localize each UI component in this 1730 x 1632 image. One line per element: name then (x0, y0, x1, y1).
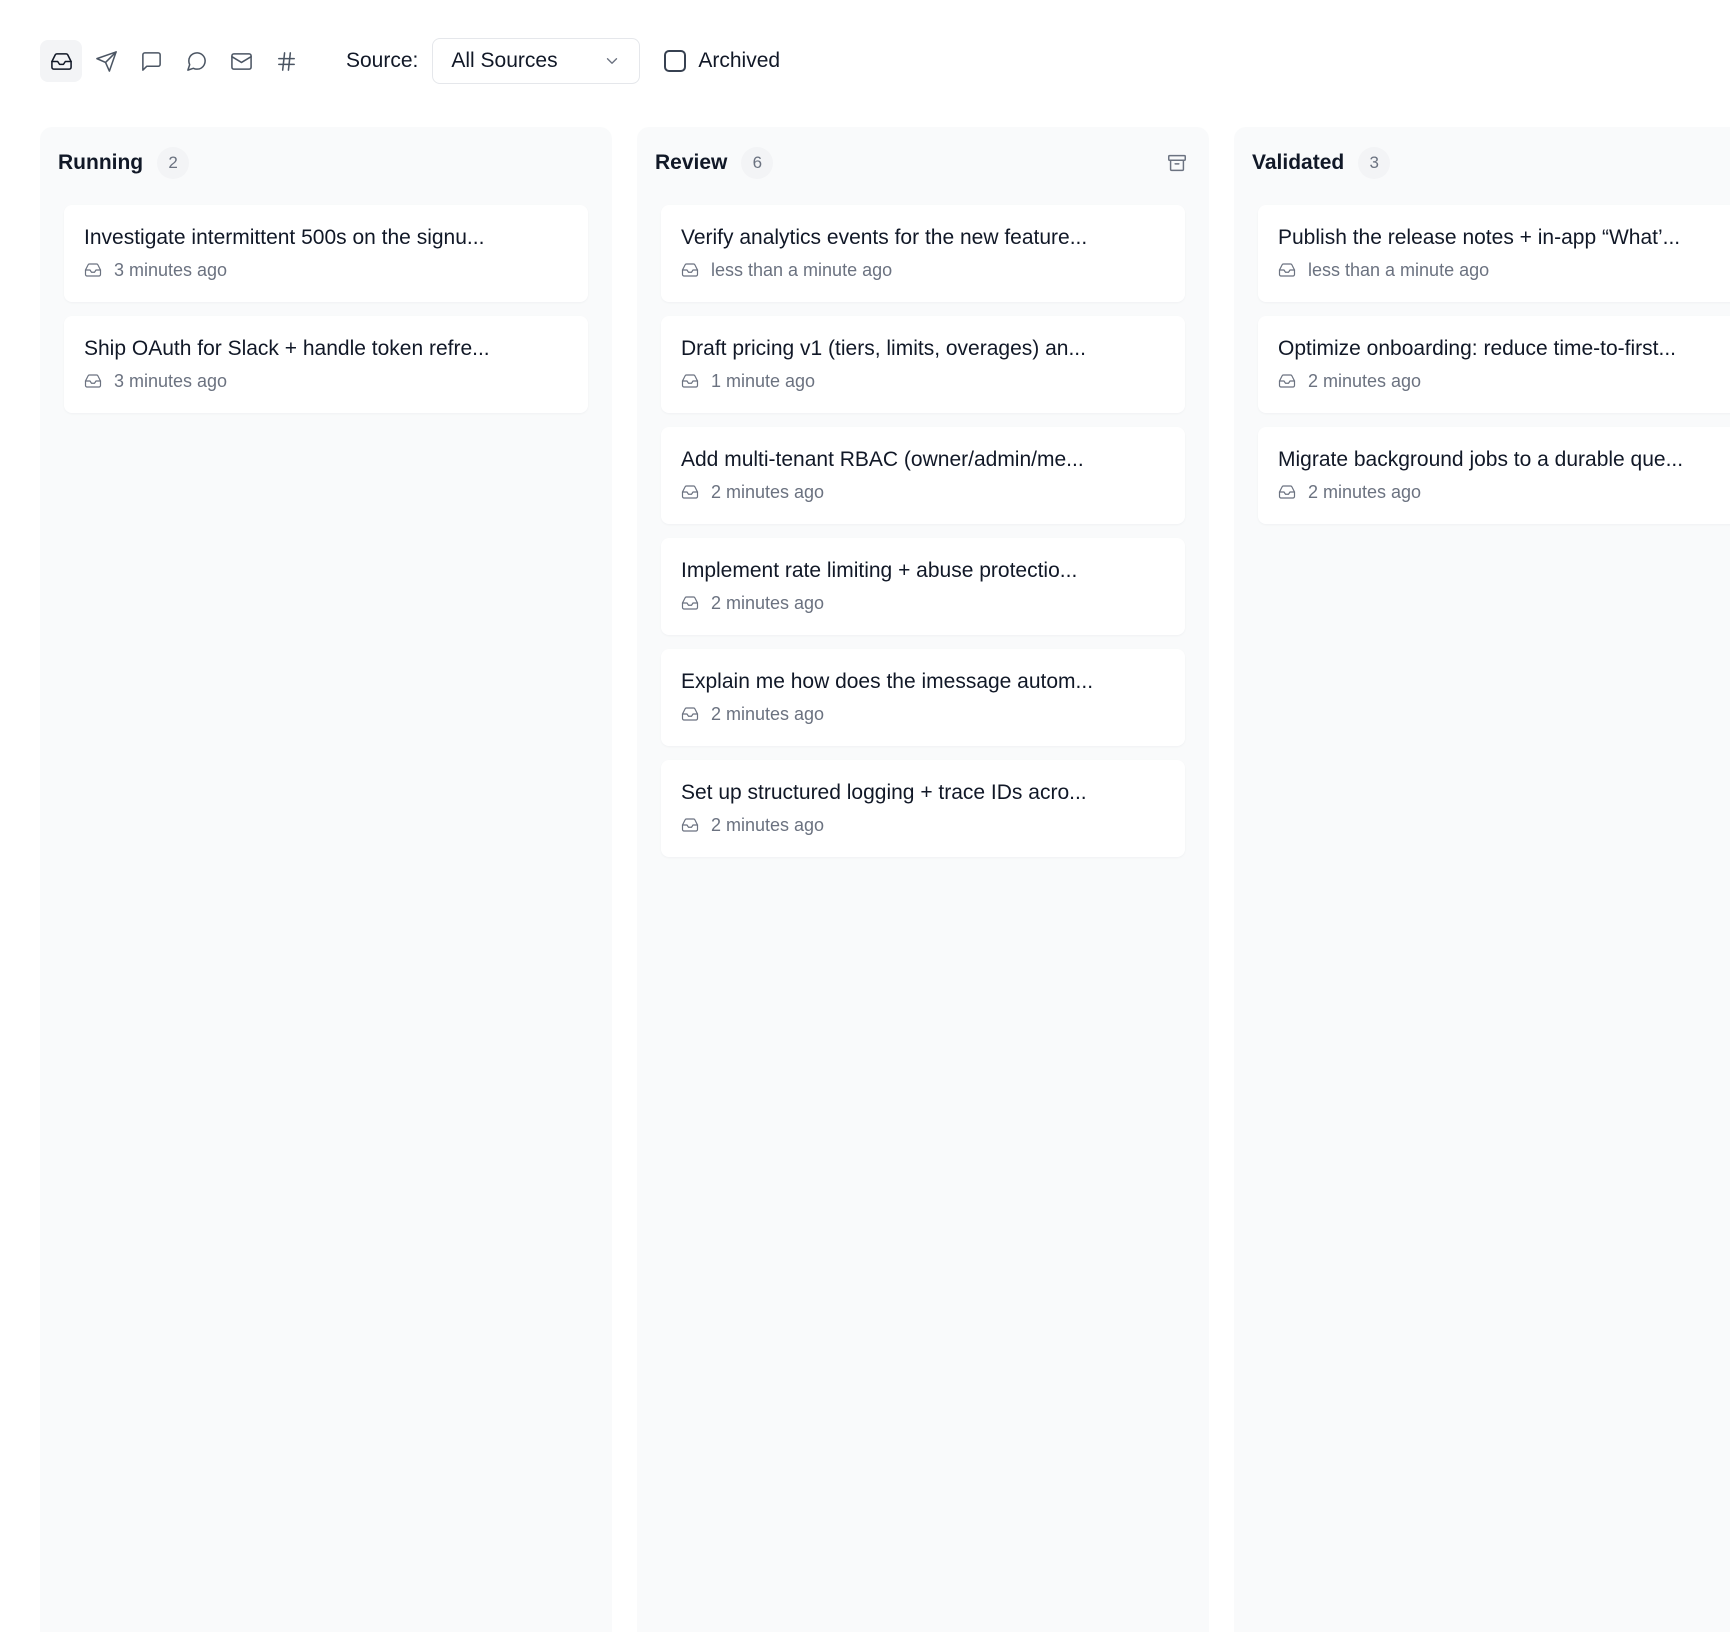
card-meta: 2 minutes ago (681, 703, 1165, 725)
card-title: Investigate intermittent 500s on the sig… (84, 226, 485, 249)
card-timestamp: 2 minutes ago (711, 482, 825, 502)
inbox-icon (50, 52, 72, 70)
message-square-icon (141, 51, 161, 71)
card-meta: 3 minutes ago (84, 259, 568, 281)
inbox-filter-button[interactable] (40, 40, 82, 82)
task-card[interactable]: Optimize onboarding: reduce time-to-firs… (1258, 316, 1730, 413)
column-title: Validated (1252, 151, 1345, 174)
column-review: Review 6 Verify analytics events for the… (637, 127, 1209, 1632)
card-timestamp: 2 minutes ago (711, 704, 825, 724)
mail-filter-button[interactable] (220, 40, 262, 82)
column-running: Running 2 Investigate intermittent 500s … (40, 127, 612, 1632)
inbox-icon (84, 263, 102, 277)
task-card[interactable]: Explain me how does the imessage autom..… (661, 649, 1185, 746)
card-timestamp: 2 minutes ago (1308, 482, 1422, 502)
toolbar: Source: All Sources Archived (40, 38, 780, 84)
card-list: Publish the release notes + in-app “What… (1258, 205, 1730, 538)
task-card[interactable]: Verify analytics events for the new feat… (661, 205, 1185, 302)
task-card[interactable]: Publish the release notes + in-app “What… (1258, 205, 1730, 302)
archive-column-button[interactable] (1163, 149, 1191, 177)
count-badge: 3 (1358, 147, 1391, 179)
card-meta: less than a minute ago (681, 259, 1165, 281)
column-title: Review (655, 151, 728, 174)
inbox-icon (681, 596, 699, 610)
column-title: Running (58, 151, 144, 174)
inbox-icon (681, 818, 699, 832)
card-title: Optimize onboarding: reduce time-to-firs… (1278, 337, 1676, 360)
card-title: Verify analytics events for the new feat… (681, 226, 1088, 249)
card-title: Implement rate limiting + abuse protecti… (681, 559, 1078, 582)
send-icon (95, 50, 117, 72)
card-meta: 3 minutes ago (84, 370, 568, 392)
card-list: Investigate intermittent 500s on the sig… (64, 205, 588, 427)
card-meta: 2 minutes ago (681, 481, 1165, 503)
inbox-icon (1278, 485, 1296, 499)
card-meta: less than a minute ago (1278, 259, 1730, 281)
card-timestamp: 2 minutes ago (1308, 371, 1422, 391)
card-title: Explain me how does the imessage autom..… (681, 670, 1094, 693)
column-header: Review 6 (655, 147, 1191, 179)
card-meta: 2 minutes ago (1278, 481, 1730, 503)
inbox-icon (681, 707, 699, 721)
send-filter-button[interactable] (85, 40, 127, 82)
column-header: Running 2 (58, 147, 594, 179)
source-select-value: All Sources (451, 49, 558, 72)
task-card[interactable]: Set up structured logging + trace IDs ac… (661, 760, 1185, 857)
source-select[interactable]: All Sources (432, 38, 641, 84)
card-timestamp: 3 minutes ago (114, 260, 228, 280)
message-circle-icon (186, 51, 206, 71)
inbox-icon (681, 263, 699, 277)
card-meta: 2 minutes ago (681, 814, 1165, 836)
card-title: Migrate background jobs to a durable que… (1278, 448, 1684, 471)
source-type-filters (40, 40, 310, 82)
task-card[interactable]: Investigate intermittent 500s on the sig… (64, 205, 588, 302)
card-meta: 2 minutes ago (1278, 370, 1730, 392)
task-card[interactable]: Migrate background jobs to a durable que… (1258, 427, 1730, 524)
chevron-down-icon (607, 58, 618, 64)
task-card[interactable]: Add multi-tenant RBAC (owner/admin/me...… (661, 427, 1185, 524)
column-header: Validated 3 (1252, 147, 1730, 179)
task-card[interactable]: Draft pricing v1 (tiers, limits, overage… (661, 316, 1185, 413)
card-title: Publish the release notes + in-app “What… (1278, 226, 1681, 249)
card-timestamp: 2 minutes ago (711, 593, 825, 613)
card-title: Set up structured logging + trace IDs ac… (681, 781, 1087, 804)
count-badge: 2 (157, 147, 190, 179)
archived-toggle[interactable]: Archived (664, 49, 780, 73)
card-timestamp: 2 minutes ago (711, 815, 825, 835)
inbox-icon (1278, 263, 1296, 277)
inbox-icon (681, 485, 699, 499)
inbox-icon (1278, 374, 1296, 388)
source-label: Source: (346, 49, 419, 72)
hash-icon (277, 51, 295, 71)
card-title: Draft pricing v1 (tiers, limits, overage… (681, 337, 1086, 360)
card-title: Add multi-tenant RBAC (owner/admin/me... (681, 448, 1084, 471)
column-validated: Validated 3 Publish the release notes + … (1234, 127, 1730, 1632)
card-title: Ship OAuth for Slack + handle token refr… (84, 337, 490, 360)
kanban-board: Running 2 Investigate intermittent 500s … (40, 127, 1730, 1632)
card-timestamp: less than a minute ago (711, 260, 893, 280)
message-circle-filter-button[interactable] (175, 40, 217, 82)
message-square-filter-button[interactable] (130, 40, 172, 82)
task-card[interactable]: Ship OAuth for Slack + handle token refr… (64, 316, 588, 413)
hash-filter-button[interactable] (265, 40, 307, 82)
card-timestamp: 1 minute ago (711, 371, 816, 391)
count-badge: 6 (741, 147, 774, 179)
archive-icon (1168, 154, 1186, 172)
card-timestamp: 3 minutes ago (114, 371, 228, 391)
inbox-icon (84, 374, 102, 388)
inbox-icon (681, 374, 699, 388)
card-list: Verify analytics events for the new feat… (661, 205, 1185, 871)
card-meta: 1 minute ago (681, 370, 1165, 392)
mail-icon (230, 52, 252, 70)
card-timestamp: less than a minute ago (1308, 260, 1490, 280)
card-meta: 2 minutes ago (681, 592, 1165, 614)
archived-label: Archived (698, 49, 781, 72)
archived-checkbox[interactable] (664, 50, 687, 72)
task-card[interactable]: Implement rate limiting + abuse protecti… (661, 538, 1185, 635)
